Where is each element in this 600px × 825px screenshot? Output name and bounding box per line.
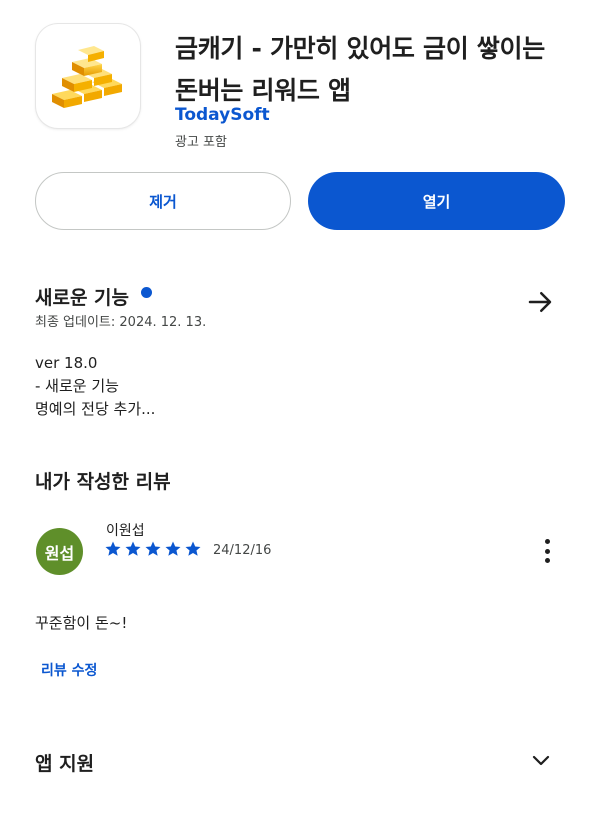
app-icon <box>36 24 140 128</box>
whats-new-line: ver 18.0 <box>35 354 98 372</box>
avatar: 원섭 <box>36 528 83 575</box>
menu-dot <box>544 539 550 544</box>
review-date: 24/12/16 <box>213 543 272 558</box>
ads-note: 광고 포함 <box>175 135 227 150</box>
edit-review-button[interactable]: 리뷰 수정 <box>41 660 97 680</box>
new-indicator-dot <box>141 287 152 298</box>
reviewer-name: 이원섭 <box>106 523 145 539</box>
whats-new-title[interactable]: 새로운 기능 <box>35 283 129 310</box>
star-icon <box>145 541 161 556</box>
my-review-title: 내가 작성한 리뷰 <box>35 471 171 493</box>
star-rating <box>104 540 202 558</box>
menu-dot <box>544 558 550 563</box>
star-icon <box>105 541 121 556</box>
chevron-down-icon[interactable] <box>529 748 553 772</box>
uninstall-button[interactable]: 제거 <box>35 172 291 230</box>
whats-new-notes: ver 18.0 - 새로운 기능 명예의 전당 추가... <box>35 352 155 421</box>
app-title: 금캐기 - 가만히 있어도 금이 쌓이는 돈버는 리워드 앱 <box>175 28 575 112</box>
arrow-right-icon[interactable] <box>525 287 555 317</box>
whats-new-line: - 새로운 기능 <box>35 377 119 395</box>
app-support-title[interactable]: 앱 지원 <box>35 749 94 776</box>
gold-bars-icon <box>52 46 122 108</box>
developer-link[interactable]: TodaySoft <box>175 105 270 125</box>
app-title-line-1: 금캐기 - 가만히 있어도 금이 쌓이는 <box>175 34 545 63</box>
star-icon <box>165 541 181 556</box>
more-vert-icon[interactable] <box>535 536 559 566</box>
menu-dot <box>544 548 550 554</box>
whats-new-line: 명예의 전당 추가... <box>35 400 156 418</box>
star-icon <box>125 541 141 556</box>
star-icon <box>185 541 201 556</box>
review-text: 꾸준함이 돈~! <box>35 614 128 632</box>
open-button[interactable]: 열기 <box>308 172 565 230</box>
last-updated-date: 최종 업데이트: 2024. 12. 13. <box>35 315 207 330</box>
